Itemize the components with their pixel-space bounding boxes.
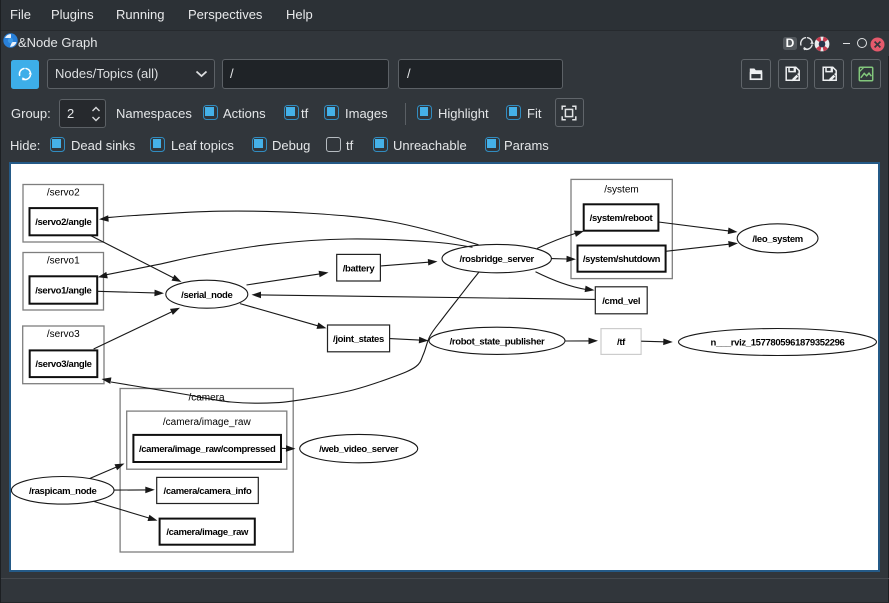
svg-text:/servo3: /servo3 xyxy=(47,329,80,340)
svg-text:/leo_system: /leo_system xyxy=(752,234,803,245)
svg-text:/servo1/angle: /servo1/angle xyxy=(35,286,91,297)
svg-text:/serial_node: /serial_node xyxy=(181,290,232,301)
svg-text:/system/shutdown: /system/shutdown xyxy=(583,254,661,265)
svg-text:/system: /system xyxy=(604,185,638,196)
svg-text:/cmd_vel: /cmd_vel xyxy=(602,296,640,307)
svg-text:/servo2/angle: /servo2/angle xyxy=(35,217,91,228)
svg-text:/rosbridge_server: /rosbridge_server xyxy=(460,254,535,265)
svg-text:/servo1: /servo1 xyxy=(47,256,80,267)
svg-text:n___rviz_1577805961879352296: n___rviz_1577805961879352296 xyxy=(711,338,845,349)
svg-text:/tf: /tf xyxy=(617,337,626,348)
svg-text:/web_video_server: /web_video_server xyxy=(319,444,399,455)
svg-text:/camera: /camera xyxy=(188,393,225,404)
svg-text:/servo2: /servo2 xyxy=(47,188,80,199)
svg-text:/joint_states: /joint_states xyxy=(333,334,384,345)
svg-text:/robot_state_publisher: /robot_state_publisher xyxy=(450,336,545,347)
svg-text:/camera/camera_info: /camera/camera_info xyxy=(164,486,252,497)
svg-text:/camera/image_raw/compressed: /camera/image_raw/compressed xyxy=(139,444,276,455)
svg-text:/servo3/angle: /servo3/angle xyxy=(35,359,91,370)
svg-text:/camera/image_raw: /camera/image_raw xyxy=(166,527,249,538)
svg-text:/raspicam_node: /raspicam_node xyxy=(29,486,97,497)
svg-text:/system/reboot: /system/reboot xyxy=(590,213,654,224)
svg-text:/battery: /battery xyxy=(343,264,376,275)
svg-text:/camera/image_raw: /camera/image_raw xyxy=(163,417,252,428)
